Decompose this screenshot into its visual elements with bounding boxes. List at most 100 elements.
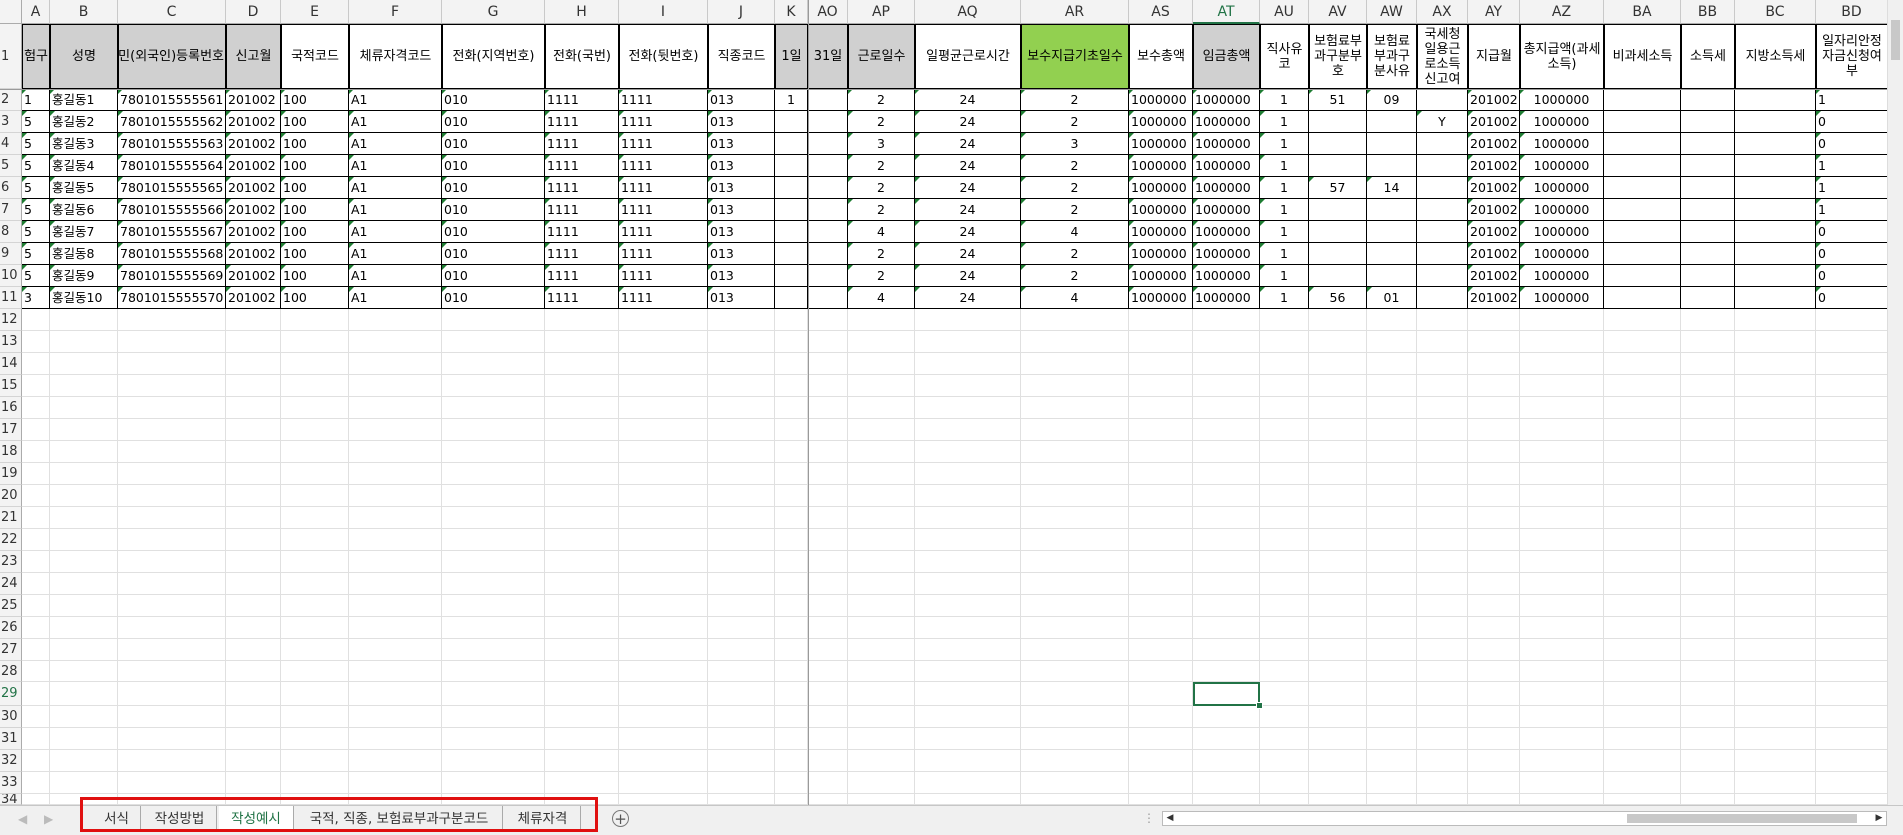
grid-cell[interactable] [281,441,349,463]
grid-cell[interactable] [1735,353,1816,375]
grid-cell[interactable] [915,463,1021,485]
select-all-corner[interactable] [0,0,22,24]
row-header-31[interactable]: 31 [0,728,22,750]
grid-cell[interactable] [1260,617,1309,639]
grid-cell[interactable] [808,463,848,485]
grid-cell[interactable] [545,661,619,682]
data-cell-AQ10[interactable]: 24 [915,265,1021,287]
grid-cell[interactable] [118,375,226,397]
grid-cell[interactable] [1367,485,1417,507]
data-cell-I4[interactable]: 1111 [619,133,708,155]
fill-handle[interactable] [1256,702,1263,709]
grid-cell[interactable] [1309,639,1367,661]
data-cell-D2[interactable]: 201002 [226,89,281,111]
data-cell-AO9[interactable] [808,243,848,265]
row-header-3[interactable]: 3 [0,111,22,133]
grid-cell[interactable] [1816,507,1888,529]
grid-cell[interactable] [545,397,619,419]
data-cell-AS4[interactable]: 1000000 [1129,133,1193,155]
grid-cell[interactable] [1735,551,1816,573]
data-cell-I8[interactable]: 1111 [619,221,708,243]
grid-cell[interactable] [22,617,50,639]
grid-cell[interactable] [545,682,619,706]
grid-cell[interactable] [619,463,708,485]
grid-cell[interactable] [1260,397,1309,419]
grid-cell[interactable] [1260,661,1309,682]
grid-cell[interactable] [1520,551,1604,573]
grid-cell[interactable] [1417,441,1468,463]
grid-cell[interactable] [118,419,226,441]
data-cell-BB10[interactable] [1681,265,1735,287]
grid-cell[interactable] [1468,595,1520,617]
grid-cell[interactable] [1816,573,1888,595]
header-cell-K[interactable]: 1일 [775,24,808,89]
data-cell-AV5[interactable] [1309,155,1367,177]
data-cell-AT5[interactable]: 1000000 [1193,155,1260,177]
grid-cell[interactable] [1520,595,1604,617]
grid-cell[interactable] [1309,331,1367,353]
grid-cell[interactable] [1260,353,1309,375]
data-cell-AZ8[interactable]: 1000000 [1520,221,1604,243]
grid-cell[interactable] [1193,750,1260,772]
grid-cell[interactable] [1417,617,1468,639]
grid-cell[interactable] [1468,485,1520,507]
column-header-I[interactable]: I [619,0,708,24]
grid-cell[interactable] [1193,397,1260,419]
data-cell-I5[interactable]: 1111 [619,155,708,177]
data-cell-AO3[interactable] [808,111,848,133]
grid-cell[interactable] [1260,682,1309,706]
grid-cell[interactable] [915,661,1021,682]
header-cell-AR[interactable]: 보수지급기초일수 [1021,24,1129,89]
data-cell-F10[interactable]: A1 [349,265,442,287]
data-cell-G3[interactable]: 010 [442,111,545,133]
grid-cell[interactable] [708,331,775,353]
grid-cell[interactable] [1604,375,1681,397]
grid-cell[interactable] [1260,706,1309,728]
data-cell-C6[interactable]: 7801015555565 [118,177,226,199]
grid-cell[interactable] [1520,794,1604,805]
grid-cell[interactable] [1129,309,1193,331]
row-header-22[interactable]: 22 [0,529,22,551]
grid-cell[interactable] [808,617,848,639]
grid-cell[interactable] [1367,397,1417,419]
grid-cell[interactable] [915,397,1021,419]
data-cell-AU2[interactable]: 1 [1260,89,1309,111]
data-cell-BA4[interactable] [1604,133,1681,155]
row-header-23[interactable]: 23 [0,551,22,573]
column-header-B[interactable]: B [50,0,118,24]
data-cell-H2[interactable]: 1111 [545,89,619,111]
data-cell-H8[interactable]: 1111 [545,221,619,243]
grid-cell[interactable] [1520,309,1604,331]
grid-cell[interactable] [50,309,118,331]
grid-cell[interactable] [1129,551,1193,573]
grid-cell[interactable] [22,661,50,682]
grid-cell[interactable] [442,706,545,728]
data-cell-AQ6[interactable]: 24 [915,177,1021,199]
grid-cell[interactable] [708,750,775,772]
grid-cell[interactable] [619,529,708,551]
grid-cell[interactable] [545,772,619,794]
grid-cell[interactable] [1367,353,1417,375]
grid-cell[interactable] [349,507,442,529]
data-cell-AP2[interactable]: 2 [848,89,915,111]
grid-cell[interactable] [442,551,545,573]
data-cell-G9[interactable]: 010 [442,243,545,265]
data-cell-AV4[interactable] [1309,133,1367,155]
data-cell-AZ4[interactable]: 1000000 [1520,133,1604,155]
data-cell-AS9[interactable]: 1000000 [1129,243,1193,265]
grid-cell[interactable] [1367,661,1417,682]
grid-cell[interactable] [619,595,708,617]
grid-cell[interactable] [1367,441,1417,463]
row-header-20[interactable]: 20 [0,485,22,507]
grid-cell[interactable] [1193,595,1260,617]
grid-cell[interactable] [1681,617,1735,639]
grid-cell[interactable] [1367,463,1417,485]
data-cell-AS8[interactable]: 1000000 [1129,221,1193,243]
grid-cell[interactable] [1735,397,1816,419]
grid-cell[interactable] [1309,573,1367,595]
grid-cell[interactable] [1193,353,1260,375]
data-cell-AV10[interactable] [1309,265,1367,287]
data-cell-AU3[interactable]: 1 [1260,111,1309,133]
data-cell-BC6[interactable] [1735,177,1816,199]
data-cell-BD11[interactable]: 0 [1816,287,1888,309]
